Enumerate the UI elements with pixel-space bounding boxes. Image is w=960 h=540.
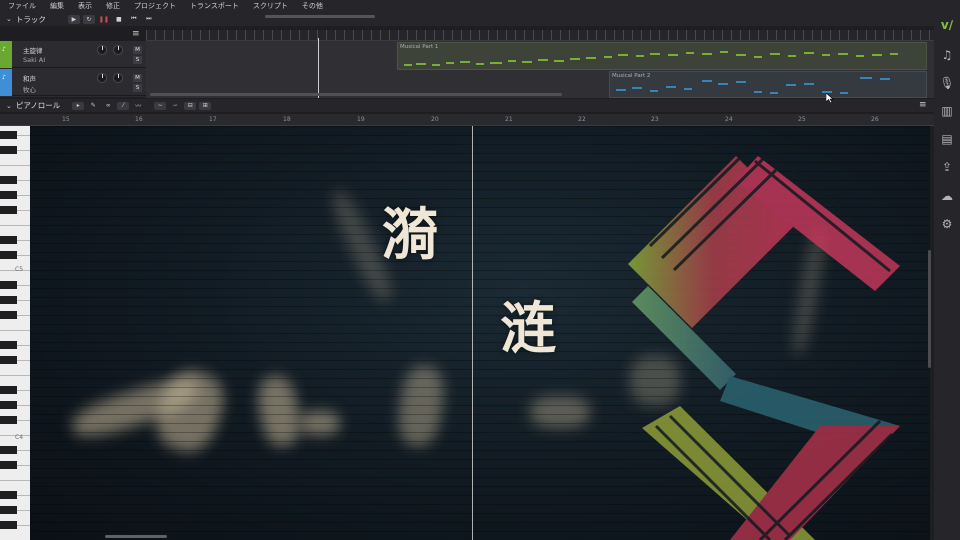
arrangement-playhead[interactable] <box>318 38 319 98</box>
menu-file[interactable]: ファイル <box>8 1 36 11</box>
vibrato-tool-icon[interactable]: 〰 <box>132 102 144 110</box>
pitch-curve-icon[interactable]: ∽ <box>169 102 181 110</box>
musical-part-1[interactable]: Musical Part 1 <box>397 42 927 70</box>
record-pause-icon[interactable]: ❚❚ <box>98 15 110 24</box>
cloud-icon[interactable]: ☁ <box>934 189 960 203</box>
track-row[interactable]: ♪ 和声 牧心 M S <box>0 69 146 96</box>
ruler-tick: 24 <box>725 116 733 123</box>
volume-knob[interactable] <box>97 45 107 55</box>
gear-icon[interactable]: ⚙ <box>934 217 960 231</box>
piano-roll-vertical-scrollbar[interactable] <box>928 250 931 368</box>
library-icon[interactable]: ▥ <box>934 104 960 118</box>
track-name[interactable]: 和声 <box>23 73 36 83</box>
transport-tools: ▶ ↻ ❚❚ ■ ⏮ ⏭ <box>67 14 155 24</box>
play-icon[interactable]: ▶ <box>67 14 80 24</box>
musical-part-2[interactable]: Musical Part 2 <box>609 71 927 98</box>
mouse-cursor-icon <box>826 93 834 103</box>
track-color-strip: ♪ <box>0 41 12 68</box>
part-1-notes <box>404 51 898 66</box>
ruler-tick: 25 <box>798 116 806 123</box>
note-label-c5: C5 <box>15 266 24 273</box>
synthv-logo-icon[interactable]: ⅴ∕ <box>934 18 960 32</box>
export-icon[interactable]: ⇪ <box>934 160 960 174</box>
ruler-tick: 23 <box>651 116 659 123</box>
piano-keyboard[interactable]: C5 C4 <box>0 126 30 540</box>
ruler-tick: 26 <box>871 116 879 123</box>
collapse-chevron-icon[interactable]: ⌄ <box>6 15 12 23</box>
layout-icon[interactable]: ⊞ <box>199 101 212 110</box>
track-panel-title: トラック <box>15 14 46 24</box>
piano-roll-header: ⌄ ピアノロール ▸ ✎ ∞ ⁄ 〰 ∼ ∽ ⊟ ⊞ <box>0 99 934 112</box>
menu-bar: ファイル 編集 表示 修正 プロジェクト トランスポート スクリプト その他 <box>0 0 934 12</box>
right-sidebar: ⅴ∕ ♫ 🎙︎ ▥ ▤ ⇪ ☁ ⚙ <box>934 0 960 540</box>
forward-icon[interactable]: ⏭ <box>143 15 155 24</box>
microphone-icon[interactable]: 🎙︎ <box>934 76 960 90</box>
menu-project[interactable]: プロジェクト <box>134 1 176 11</box>
loop-icon[interactable]: ↻ <box>82 14 95 24</box>
track-list: ♪ 主旋律 Saki AI M S ♪ 和声 牧心 M S <box>0 41 146 97</box>
ruler-tick: 17 <box>209 116 217 123</box>
arrangement-area[interactable]: Musical Part 1 Musical Part 2 <box>146 30 934 98</box>
ruler-tick: 22 <box>578 116 586 123</box>
piano-roll-tools: ▸ ✎ ∞ ⁄ 〰 ∼ ∽ ⊟ ⊞ <box>72 101 212 110</box>
note-label-c4: C4 <box>15 434 24 441</box>
track-color-strip: ♪ <box>0 69 12 96</box>
menu-transport[interactable]: トランスポート <box>190 1 239 11</box>
piano-roll-ruler[interactable]: 15 16 17 18 19 20 21 22 23 24 25 26 <box>0 114 934 126</box>
overlay-char-2: 涟 <box>500 296 556 362</box>
pointer-tool-icon[interactable]: ▸ <box>72 101 85 110</box>
pen-tool-icon[interactable]: ✎ <box>87 102 99 110</box>
solo-button[interactable]: S <box>133 56 142 64</box>
track-panel-header: ⌄ トラック ▶ ↻ ❚❚ ■ ⏮ ⏭ <box>0 12 934 26</box>
piano-roll-playhead[interactable] <box>472 126 473 540</box>
pan-knob[interactable] <box>113 45 123 55</box>
track-menu-icon[interactable]: ≡ <box>132 29 140 39</box>
track-name[interactable]: 主旋律 <box>23 45 43 55</box>
stop-icon[interactable]: ■ <box>113 15 125 24</box>
track-singer[interactable]: 牧心 <box>23 84 36 94</box>
curve-tool-icon[interactable]: ∼ <box>154 101 167 110</box>
menu-view[interactable]: 表示 <box>78 1 92 11</box>
arrangement-ruler[interactable] <box>146 30 934 41</box>
piano-roll-canvas[interactable]: 漪 涟 <box>30 126 930 540</box>
volume-knob[interactable] <box>97 73 107 83</box>
piano-roll-title: ピアノロール <box>15 101 61 110</box>
ruler-tick: 18 <box>283 116 291 123</box>
piano-roll-menu-icon[interactable]: ≡ <box>919 100 927 110</box>
ruler-tick: 15 <box>62 116 70 123</box>
ruler-tick: 16 <box>135 116 143 123</box>
pan-knob[interactable] <box>113 73 123 83</box>
solo-button[interactable]: S <box>133 84 142 92</box>
ruler-tick: 21 <box>505 116 513 123</box>
piano-roll-horizontal-scrollbar[interactable] <box>105 535 167 538</box>
menu-modify[interactable]: 修正 <box>106 1 120 11</box>
singer-add-icon[interactable]: ♪ <box>2 74 6 81</box>
track-row[interactable]: ♪ 主旋律 Saki AI M S <box>0 41 146 68</box>
music-note-icon[interactable]: ♫ <box>934 48 960 62</box>
singer-add-icon[interactable]: ♪ <box>2 46 6 53</box>
menu-other[interactable]: その他 <box>302 1 323 11</box>
arrangement-scrollbar[interactable] <box>150 93 562 96</box>
param-panel-icon[interactable]: ⊟ <box>184 101 197 110</box>
menu-script[interactable]: スクリプト <box>253 1 288 11</box>
track-singer[interactable]: Saki AI <box>23 56 45 64</box>
mute-button[interactable]: M <box>133 74 142 82</box>
document-icon[interactable]: ▤ <box>934 132 960 146</box>
mute-button[interactable]: M <box>133 46 142 54</box>
link-tool-icon[interactable]: ∞ <box>102 102 114 110</box>
collapse-chevron-icon[interactable]: ⌄ <box>6 102 12 110</box>
ruler-tick: 20 <box>431 116 439 123</box>
pitch-tool-icon[interactable]: ⁄ <box>117 101 130 110</box>
chevron-graphic <box>628 144 901 540</box>
track-zoom-scrollbar[interactable] <box>265 15 375 18</box>
part-2-notes <box>616 77 890 94</box>
overlay-char-1: 漪 <box>382 202 438 268</box>
menu-edit[interactable]: 編集 <box>50 1 64 11</box>
ruler-tick: 19 <box>357 116 365 123</box>
rewind-icon[interactable]: ⏮ <box>128 15 140 24</box>
